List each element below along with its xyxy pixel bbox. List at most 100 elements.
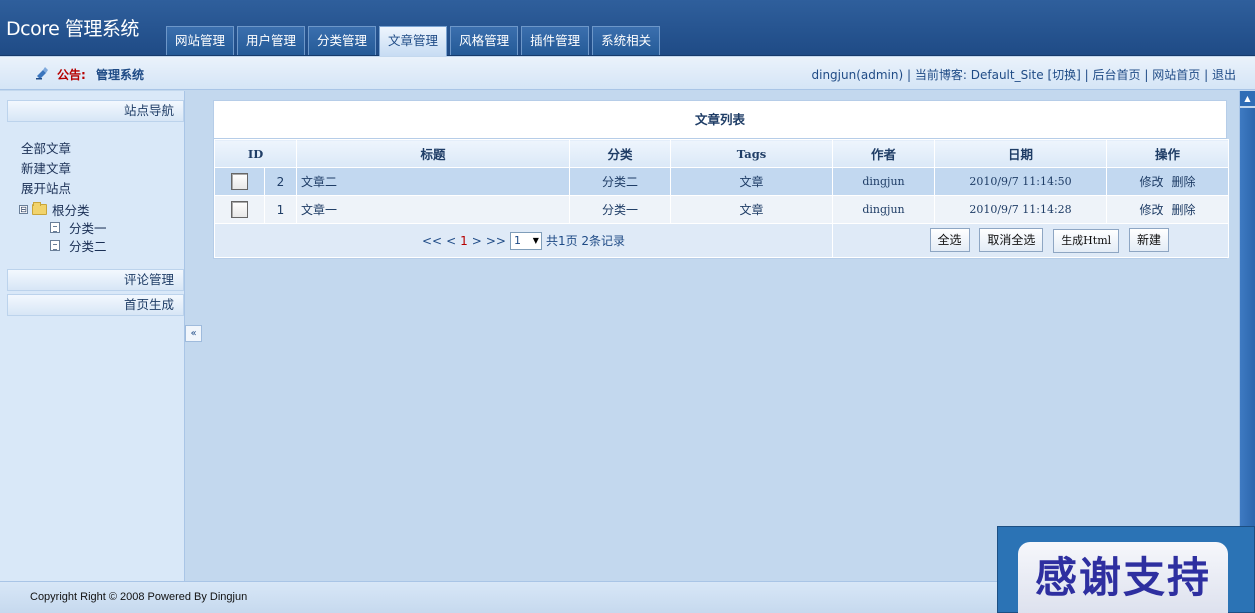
user-account-link[interactable]: dingjun(admin) — [812, 68, 904, 82]
sidebar-link-new-article[interactable]: 新建文章 — [21, 158, 71, 177]
folder-icon — [32, 202, 47, 215]
scrollbar-thumb[interactable] — [1240, 108, 1255, 528]
app-title: Dcore 管理系统 — [6, 18, 139, 40]
pager-first-link[interactable]: << — [422, 234, 442, 248]
row-title[interactable]: 文章二 — [296, 167, 570, 196]
tab-plugin-management[interactable]: 插件管理 — [521, 26, 590, 55]
tree-item-category-1[interactable]: 分类一 — [50, 218, 107, 237]
main-nav: 网站管理 用户管理 分类管理 文章管理 风格管理 插件管理 系统相关 — [166, 26, 663, 56]
header: Dcore 管理系统 网站管理 用户管理 分类管理 文章管理 风格管理 插件管理… — [0, 0, 1255, 56]
document-icon — [50, 240, 60, 251]
col-header-tags: Tags — [670, 139, 833, 168]
article-list-panel: 文章列表 ID 标题 分类 Tags 作者 日期 操作 2 文章二 分类二 文章… — [213, 100, 1229, 259]
sidebar-site-nav-header[interactable]: 站点导航 — [7, 100, 184, 122]
document-icon — [50, 222, 60, 233]
row-checkbox[interactable] — [231, 201, 248, 218]
sidebar-home-generate-header[interactable]: 首页生成 — [7, 294, 184, 316]
tab-user-management[interactable]: 用户管理 — [237, 26, 306, 55]
row-category: 分类二 — [569, 167, 671, 196]
id-cell: 1 — [214, 195, 297, 224]
id-cell: 2 — [214, 167, 297, 196]
edit-link[interactable]: 修改 — [1139, 203, 1163, 217]
generate-html-button[interactable]: 生成Html — [1053, 229, 1120, 253]
notice-label: 公告: — [57, 68, 86, 82]
tree-root[interactable]: ⊟ 根分类 — [19, 200, 90, 219]
vertical-scrollbar[interactable]: ▲ — [1239, 91, 1255, 581]
main-content: 文章列表 ID 标题 分类 Tags 作者 日期 操作 2 文章二 分类二 文章… — [203, 91, 1239, 581]
pager-summary: 共1页 2条记录 — [545, 234, 626, 248]
row-date: 2010/9/7 11:14:28 — [934, 195, 1107, 224]
user-links: dingjun(admin) | 当前博客: Default_Site [切换]… — [812, 66, 1237, 83]
notice-bar: 公告: 管理系统 dingjun(admin) | 当前博客: Default_… — [0, 57, 1255, 90]
delete-link[interactable]: 删除 — [1172, 175, 1196, 189]
row-tags: 文章 — [670, 195, 833, 224]
row-actions: 修改 删除 — [1106, 195, 1229, 224]
separator: | — [1084, 68, 1089, 82]
admin-home-link[interactable]: 后台首页 — [1093, 68, 1141, 82]
actions-cell: 全选 取消全选 生成Html 新建 — [832, 223, 1229, 258]
row-id: 1 — [276, 202, 285, 217]
tab-article-management[interactable]: 文章管理 — [379, 26, 448, 56]
row-date: 2010/9/7 11:14:50 — [934, 167, 1107, 196]
page-select[interactable]: 1 — [509, 231, 542, 250]
tab-site-management[interactable]: 网站管理 — [166, 26, 235, 55]
separator: | — [1204, 68, 1209, 82]
separator: | — [907, 68, 912, 82]
tree-root-label: 根分类 — [52, 203, 90, 218]
row-id: 2 — [276, 174, 285, 189]
announcement-icon — [36, 67, 48, 80]
tree-item-category-2[interactable]: 分类二 — [50, 236, 107, 255]
row-title[interactable]: 文章一 — [296, 195, 570, 224]
col-header-category: 分类 — [569, 139, 671, 168]
tab-system[interactable]: 系统相关 — [592, 26, 661, 55]
col-header-date: 日期 — [934, 139, 1107, 168]
row-actions: 修改 删除 — [1106, 167, 1229, 196]
table-row: 1 文章一 分类一 文章 dingjun 2010/9/7 11:14:28 修… — [214, 195, 1229, 224]
notice-text: 管理系统 — [96, 68, 145, 82]
pager-cell: << < 1 > >> 1 共1页 2条记录 — [214, 223, 833, 258]
tab-category-management[interactable]: 分类管理 — [308, 26, 377, 55]
scroll-up-arrow-icon[interactable]: ▲ — [1240, 91, 1255, 106]
row-author: dingjun — [832, 167, 935, 196]
pager: << < 1 > >> 1 共1页 2条记录 — [422, 231, 626, 250]
table-header-row: ID 标题 分类 Tags 作者 日期 操作 — [214, 139, 1229, 168]
row-tags: 文章 — [670, 167, 833, 196]
table-row: 2 文章二 分类二 文章 dingjun 2010/9/7 11:14:50 修… — [214, 167, 1229, 196]
tab-style-management[interactable]: 风格管理 — [450, 26, 519, 55]
col-header-author: 作者 — [832, 139, 935, 168]
pager-current-page[interactable]: 1 — [460, 234, 468, 248]
pager-next-link[interactable]: > — [472, 234, 482, 248]
thanks-badge: 感谢支持 — [997, 526, 1255, 613]
current-blog: 当前博客: Default_Site — [914, 68, 1044, 82]
copyright-text: Copyright Right © 2008 Powered By Dingju… — [30, 591, 248, 603]
select-all-button[interactable]: 全选 — [929, 228, 970, 252]
delete-link[interactable]: 删除 — [1172, 203, 1196, 217]
logout-link[interactable]: 退出 — [1212, 68, 1236, 82]
edit-link[interactable]: 修改 — [1139, 175, 1163, 189]
col-header-title: 标题 — [296, 139, 570, 168]
article-list-title: 文章列表 — [214, 101, 1226, 139]
switch-blog-link[interactable]: [切换] — [1047, 68, 1080, 82]
row-checkbox[interactable] — [231, 173, 248, 190]
collapse-sidebar-button[interactable]: « — [185, 325, 202, 342]
thanks-text: 感谢支持 — [1018, 542, 1228, 613]
row-category: 分类一 — [569, 195, 671, 224]
sidebar-link-all-articles[interactable]: 全部文章 — [21, 138, 71, 157]
sidebar-link-expand-site[interactable]: 展开站点 — [21, 178, 71, 197]
tree-item-label: 分类一 — [69, 221, 107, 236]
sidebar: 站点导航 全部文章 新建文章 展开站点 ⊟ 根分类 分类一 分类二 评论管理 首… — [0, 91, 185, 581]
sidebar-comment-management-header[interactable]: 评论管理 — [7, 269, 184, 291]
separator: | — [1144, 68, 1149, 82]
col-header-id: ID — [214, 139, 297, 168]
site-home-link[interactable]: 网站首页 — [1152, 68, 1200, 82]
new-article-button[interactable]: 新建 — [1128, 228, 1169, 252]
tree-item-label: 分类二 — [69, 239, 107, 254]
col-header-actions: 操作 — [1106, 139, 1229, 168]
table-footer-row: << < 1 > >> 1 共1页 2条记录 全选 取消全选 生成Html 新建 — [214, 223, 1229, 258]
article-table: ID 标题 分类 Tags 作者 日期 操作 2 文章二 分类二 文章 ding… — [214, 139, 1229, 258]
row-author: dingjun — [832, 195, 935, 224]
deselect-all-button[interactable]: 取消全选 — [979, 228, 1044, 252]
tree-collapse-icon[interactable]: ⊟ — [19, 205, 28, 214]
pager-prev-link[interactable]: < — [446, 234, 456, 248]
pager-last-link[interactable]: >> — [486, 234, 506, 248]
